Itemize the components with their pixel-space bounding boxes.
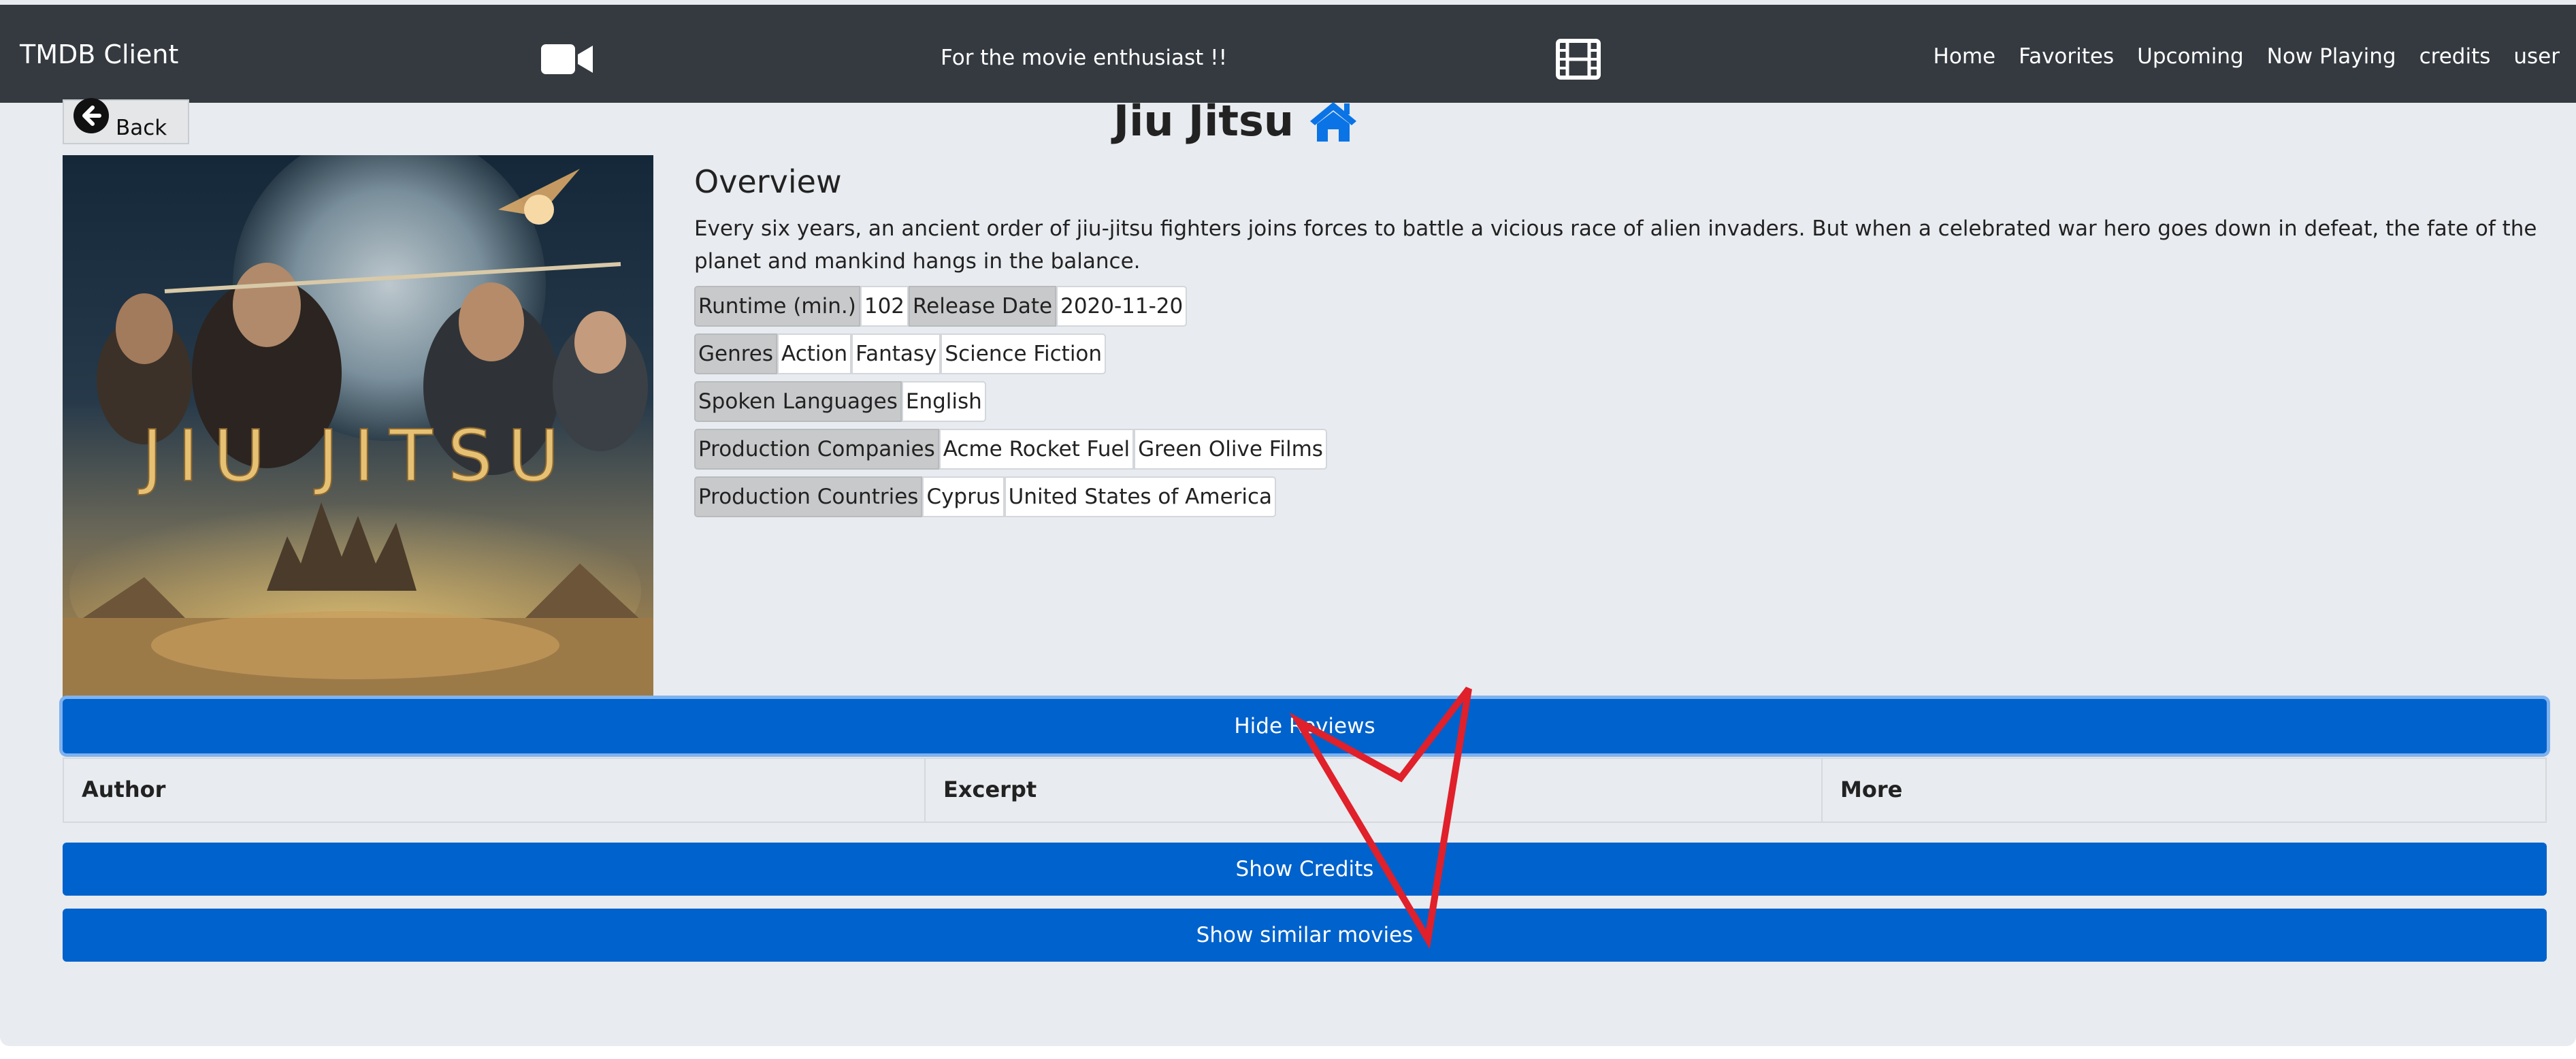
languages-row: Spoken Languages English (694, 381, 986, 422)
release-date-label: Release Date (909, 286, 1057, 327)
genre-chip: Science Fiction (941, 333, 1107, 374)
genre-chip: Action (777, 333, 852, 374)
genres-row: Genres Action Fantasy Science Fiction (694, 333, 1107, 374)
country-chip: Cyprus (922, 476, 1005, 517)
video-camera-icon (541, 44, 593, 74)
movie-title-row: Jiu Jitsu (1113, 95, 1358, 147)
movie-title: Jiu Jitsu (1113, 96, 1294, 146)
genre-chip: Fantasy (851, 333, 941, 374)
brand-link[interactable]: TMDB Client (20, 39, 178, 70)
companies-label: Production Companies (694, 429, 939, 470)
companies-row: Production Companies Acme Rocket Fuel Gr… (694, 429, 1327, 470)
runtime-release-row: Runtime (min.) 102 Release Date 2020-11-… (694, 286, 1188, 327)
runtime-value: 102 (860, 286, 909, 327)
nav-link-upcoming[interactable]: Upcoming (2137, 43, 2244, 70)
nav-link-favorites[interactable]: Favorites (2019, 43, 2114, 70)
show-similar-movies-button[interactable]: Show similar movies (63, 909, 2547, 962)
column-header-excerpt[interactable]: Excerpt (926, 759, 1823, 821)
poster-title-text: JIU JITSU (137, 414, 574, 498)
column-header-author[interactable]: Author (63, 759, 926, 821)
nav-link-now-playing[interactable]: Now Playing (2267, 43, 2396, 70)
nav-links: Home Favorites Upcoming Now Playing cred… (1934, 43, 2560, 70)
nav-link-home[interactable]: Home (1934, 43, 1996, 70)
languages-label: Spoken Languages (694, 381, 902, 422)
column-header-more[interactable]: More (1823, 759, 2547, 821)
tagline: For the movie enthusiast !! (941, 46, 1228, 70)
film-strip-icon (1556, 39, 1601, 80)
countries-label: Production Countries (694, 476, 923, 517)
arrow-left-circle-icon (74, 98, 109, 133)
language-chip: English (901, 381, 986, 422)
genres-label: Genres (694, 333, 778, 374)
company-chip: Green Olive Films (1134, 429, 1327, 470)
overview-heading: Overview (694, 163, 842, 200)
back-button[interactable]: Back (63, 98, 189, 144)
home-icon[interactable] (1309, 99, 1358, 143)
countries-row: Production Countries Cyprus United State… (694, 476, 1277, 517)
show-credits-button[interactable]: Show Credits (63, 843, 2547, 896)
reviews-table-header: Author Excerpt More (63, 757, 2547, 823)
overview-text: Every six years, an ancient order of jiu… (694, 216, 2537, 274)
nav-link-user[interactable]: user (2513, 43, 2560, 70)
back-button-label: Back (116, 116, 167, 140)
country-chip: United States of America (1004, 476, 1277, 517)
navbar: TMDB Client For the movie enthusiast !! … (0, 5, 2576, 103)
company-chip: Acme Rocket Fuel (939, 429, 1135, 470)
hide-reviews-button[interactable]: Hide Reviews (63, 699, 2547, 753)
runtime-label: Runtime (min.) (694, 286, 860, 327)
nav-link-credits[interactable]: credits (2419, 43, 2491, 70)
movie-poster: JIU JITSU (63, 155, 653, 697)
release-date-value: 2020-11-20 (1056, 286, 1188, 327)
